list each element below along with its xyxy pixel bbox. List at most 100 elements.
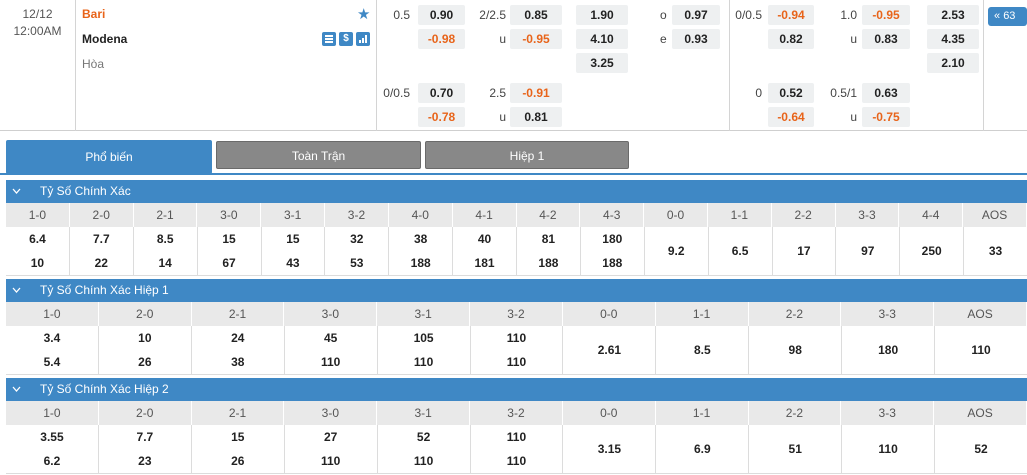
ft-handicap-home-odds[interactable]: 0.90 (418, 5, 465, 25)
h1-over-odds[interactable]: -0.95 (862, 5, 910, 25)
ft-odd-odds[interactable]: 0.97 (672, 5, 720, 25)
odds-value[interactable]: 26 (99, 355, 191, 369)
odds-value[interactable]: 32 (325, 232, 388, 246)
odds-value[interactable]: 110 (935, 343, 1027, 357)
odds-value[interactable]: 98 (749, 343, 841, 357)
h1-handicap-home-odds[interactable]: -0.94 (768, 5, 814, 25)
favorite-star-icon[interactable]: ★ (357, 7, 370, 22)
odds-value[interactable]: 52 (378, 430, 470, 444)
ft-handicap-away-odds[interactable]: -0.98 (418, 29, 465, 49)
odds-value[interactable]: 43 (262, 256, 325, 270)
odds-value[interactable]: 7.7 (70, 232, 133, 246)
odds-value[interactable]: 6.5 (709, 244, 772, 258)
odds-value[interactable]: 97 (836, 244, 899, 258)
odds-value[interactable]: 22 (70, 256, 133, 270)
odds-value[interactable]: 8.5 (656, 343, 748, 357)
chevron-down-icon[interactable] (12, 378, 24, 409)
ft-handicap-home-odds[interactable]: 0.70 (418, 83, 465, 103)
odds-value[interactable]: 105 (378, 331, 470, 345)
ft-under-odds[interactable]: 0.81 (510, 107, 562, 127)
odds-value[interactable]: 38 (389, 232, 452, 246)
odds-value[interactable]: 52 (935, 442, 1027, 456)
ft-even-odds[interactable]: 0.93 (672, 29, 720, 49)
h1-over-odds[interactable]: 0.63 (862, 83, 910, 103)
odds-value[interactable]: 188 (517, 256, 580, 270)
odds-value[interactable]: 7.7 (99, 430, 191, 444)
odds-value[interactable]: 180 (581, 232, 644, 246)
odds-value[interactable]: 51 (749, 442, 841, 456)
odds-value[interactable]: 38 (192, 355, 284, 369)
ft-draw-odds[interactable]: 3.25 (576, 53, 628, 73)
ft-over-odds[interactable]: -0.91 (510, 83, 562, 103)
odds-value[interactable]: 3.4 (6, 331, 98, 345)
ft-handicap-away-odds[interactable]: -0.78 (418, 107, 465, 127)
chevron-down-icon[interactable] (12, 279, 24, 310)
chevron-down-icon[interactable] (12, 180, 24, 211)
odds-value[interactable]: 110 (285, 454, 377, 468)
home-team[interactable]: Bari (82, 7, 105, 21)
odds-value[interactable]: 110 (471, 454, 563, 468)
odds-value[interactable]: 67 (198, 256, 261, 270)
odds-value[interactable]: 188 (581, 256, 644, 270)
odds-value[interactable]: 2.61 (563, 343, 655, 357)
odds-value[interactable]: 14 (134, 256, 197, 270)
odds-value[interactable]: 6.4 (6, 232, 69, 246)
odds-value[interactable]: 180 (842, 343, 934, 357)
odds-value[interactable]: 9.2 (645, 244, 708, 258)
odds-value[interactable]: 110 (378, 355, 470, 369)
odds-value[interactable]: 110 (378, 454, 470, 468)
odds-value[interactable]: 15 (262, 232, 325, 246)
odds-value[interactable]: 5.4 (6, 355, 98, 369)
tab-popular[interactable]: Phổ biến (6, 140, 212, 174)
h1-under-odds[interactable]: 0.83 (862, 29, 910, 49)
odds-value[interactable]: 24 (192, 331, 284, 345)
odds-value[interactable]: 3.15 (563, 442, 655, 456)
odds-value[interactable]: 6.2 (6, 454, 98, 468)
odds-value[interactable]: 26 (192, 454, 284, 468)
ft-away-win-odds[interactable]: 4.10 (576, 29, 628, 49)
odds-value[interactable]: 3.55 (6, 430, 98, 444)
odds-value[interactable]: 188 (389, 256, 452, 270)
odds-value[interactable]: 27 (285, 430, 377, 444)
ft-under-odds[interactable]: -0.95 (510, 29, 562, 49)
h1-home-win-odds[interactable]: 2.53 (927, 5, 979, 25)
section-header[interactable]: Tỷ Số Chính Xác Hiệp 2 (6, 378, 1027, 401)
h1-handicap-home-odds[interactable]: 0.52 (768, 83, 814, 103)
odds-value[interactable]: 33 (964, 244, 1027, 258)
ft-over-odds[interactable]: 0.85 (510, 5, 562, 25)
h1-draw-odds[interactable]: 2.10 (927, 53, 979, 73)
odds-value[interactable]: 10 (99, 331, 191, 345)
odds-value[interactable]: 110 (471, 430, 563, 444)
odds-value[interactable]: 6.9 (656, 442, 748, 456)
odds-value[interactable]: 181 (453, 256, 516, 270)
away-team[interactable]: Modena (82, 32, 127, 46)
odds-value[interactable]: 110 (842, 442, 934, 456)
h1-handicap-away-odds[interactable]: -0.64 (768, 107, 814, 127)
stats-chart-icon[interactable] (356, 32, 370, 46)
odds-value[interactable]: 110 (285, 355, 377, 369)
odds-value[interactable]: 15 (198, 232, 261, 246)
odds-value[interactable]: 17 (773, 244, 836, 258)
odds-value[interactable]: 40 (453, 232, 516, 246)
odds-value[interactable]: 23 (99, 454, 191, 468)
odds-value[interactable]: 15 (192, 430, 284, 444)
odds-value[interactable]: 10 (6, 256, 69, 270)
scoreboard-icon[interactable] (322, 32, 336, 46)
more-markets-button[interactable]: « 63 (988, 7, 1027, 26)
h1-under-odds[interactable]: -0.75 (862, 107, 910, 127)
odds-value[interactable]: 45 (285, 331, 377, 345)
odds-value[interactable]: 8.5 (134, 232, 197, 246)
odds-value[interactable]: 110 (471, 331, 563, 345)
odds-value[interactable]: 110 (471, 355, 563, 369)
h1-handicap-away-odds[interactable]: 0.82 (768, 29, 814, 49)
section-header[interactable]: Tỷ Số Chính Xác Hiệp 1 (6, 279, 1027, 302)
odds-value[interactable]: 53 (325, 256, 388, 270)
odds-value[interactable]: 81 (517, 232, 580, 246)
ft-home-win-odds[interactable]: 1.90 (576, 5, 628, 25)
tab-full-match[interactable]: Toàn Trận (216, 141, 421, 169)
dollar-icon[interactable]: $ (339, 32, 353, 46)
h1-away-win-odds[interactable]: 4.35 (927, 29, 979, 49)
odds-value[interactable]: 250 (900, 244, 963, 258)
section-header[interactable]: Tỷ Số Chính Xác (6, 180, 1027, 203)
tab-first-half[interactable]: Hiệp 1 (425, 141, 629, 169)
